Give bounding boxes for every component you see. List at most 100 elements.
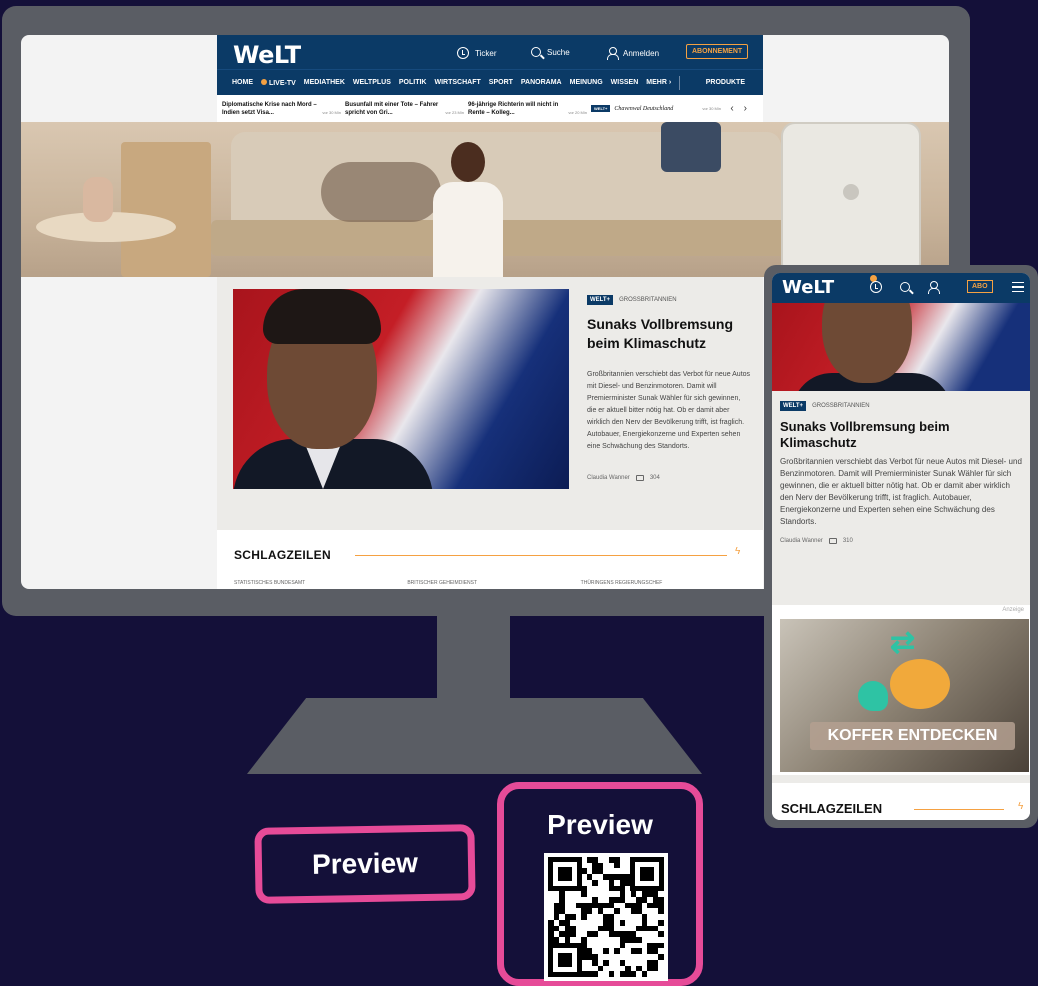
mobile-header: WeLT ABO: [772, 273, 1030, 303]
nav-item-panorama[interactable]: PANORAMA: [521, 79, 562, 86]
weltplus-badge: WELT+: [780, 401, 807, 411]
headline-category[interactable]: THÜRINGENS REGIERUNGSCHEF: [581, 580, 754, 586]
bolt-icon: ϟ: [735, 546, 741, 557]
clock-icon[interactable]: [870, 281, 882, 293]
welt-logo[interactable]: WeLT: [233, 41, 301, 69]
article-author: Claudia Wanner: [780, 538, 823, 544]
article-text: WELT+ GROSSBRITANNIEN Sunaks Vollbremsun…: [587, 295, 751, 481]
hero-shelf: [121, 142, 211, 277]
nav-item-home[interactable]: HOME: [232, 79, 253, 86]
teaser-bar: Diplomatische Krise nach Mord – Indien s…: [217, 95, 763, 122]
swap-arrows-icon: ⇄: [890, 626, 916, 659]
ticker-button[interactable]: Ticker: [457, 47, 496, 59]
article-meta: Claudia Wanner 310: [780, 538, 1022, 544]
search-label: Suche: [547, 47, 570, 57]
monitor-stand: [247, 698, 702, 774]
nav-item-live-tv[interactable]: LIVE-TV: [261, 78, 296, 87]
schlagzeilen-section: SCHLAGZEILEN ϟ: [772, 783, 1030, 820]
teaser-item[interactable]: Diplomatische Krise nach Mord – Indien s…: [222, 101, 345, 117]
search-icon[interactable]: [900, 282, 910, 292]
comment-icon: [828, 538, 837, 544]
user-icon[interactable]: [928, 281, 940, 294]
article-image[interactable]: [772, 303, 1030, 391]
ad-cta-button[interactable]: KOFFER ENTDECKEN: [810, 722, 1015, 750]
section-divider: [914, 809, 1004, 810]
hero-vase: [83, 177, 113, 222]
search-button[interactable]: Suche: [531, 47, 570, 57]
bolt-icon: ϟ: [1018, 801, 1024, 812]
teaser-age: vor 20 Min: [568, 109, 587, 115]
hero-person: [423, 142, 513, 277]
login-label: Anmelden: [623, 48, 660, 58]
qr-code-icon: [544, 853, 668, 981]
main-nav: HOME LIVE-TV MEDIATHEK WELTPLUS POLITIK …: [217, 69, 763, 95]
headline-category[interactable]: BRITISCHER GEHEIMDIENST: [407, 580, 580, 586]
section-title: SCHLAGZEILEN: [781, 801, 883, 816]
nav-item-meinung[interactable]: MEINUNG: [570, 79, 603, 86]
chevron-right-icon[interactable]: ›: [744, 103, 747, 114]
headline-category[interactable]: STATISTISCHES BUNDESAMT: [234, 580, 407, 586]
comment-icon: [635, 475, 644, 481]
article-teaser-text: Großbritannien verschiebt das Verbot für…: [587, 371, 751, 450]
nav-item-sport[interactable]: SPORT: [489, 79, 513, 86]
preview-qr-button[interactable]: Preview: [497, 782, 703, 986]
header-topbar: WeLT Ticker Suche Anmelden ABONNEMENT: [217, 35, 763, 69]
nav-divider: [679, 75, 681, 90]
schlagzeilen-section: SCHLAGZEILEN ϟ STATISTISCHES BUNDESAMT B…: [217, 530, 763, 589]
section-divider: [355, 555, 727, 556]
article-image[interactable]: [233, 289, 569, 489]
nav-item-mediathek[interactable]: MEDIATHEK: [304, 79, 345, 86]
chevron-left-icon[interactable]: ‹: [730, 103, 733, 114]
section-title: SCHLAGZEILEN: [234, 548, 331, 562]
article-title[interactable]: Sunaks Vollbremsung beim Klimaschutz: [587, 315, 751, 353]
weltplus-badge: WELT+: [587, 295, 614, 305]
nav-item-wirtschaft[interactable]: WIRTSCHAFT: [435, 79, 481, 86]
ad-image[interactable]: ⇄ KOFFER ENTDECKEN: [780, 619, 1029, 772]
hero-suitcase: [781, 122, 921, 277]
comment-count[interactable]: 304: [650, 475, 660, 481]
user-icon: [607, 47, 619, 60]
nav-item-weltplus[interactable]: WELTPLUS: [353, 79, 391, 86]
article-meta: Claudia Wanner 304: [587, 475, 751, 481]
preview-button[interactable]: Preview: [254, 824, 476, 904]
welt-logo[interactable]: WeLT: [782, 277, 834, 298]
article-title[interactable]: Sunaks Vollbremsung beim Klimaschutz: [780, 419, 1022, 451]
mobile-screen: WeLT ABO WELT+ GROSSBRITANNIEN Sunaks Vo…: [772, 273, 1030, 820]
nav-item-mehr[interactable]: MEHR ›: [646, 79, 671, 86]
hamburger-menu-icon[interactable]: [1012, 282, 1024, 292]
ticker-label: Ticker: [475, 48, 497, 58]
article-author: Claudia Wanner: [587, 475, 630, 481]
preview-qr-label: Preview: [547, 809, 653, 840]
mobile-article[interactable]: WELT+ GROSSBRITANNIEN Sunaks Vollbremsun…: [772, 391, 1030, 554]
live-dot-icon: [261, 78, 267, 85]
search-icon: [531, 47, 541, 57]
comment-count[interactable]: 310: [843, 538, 853, 544]
headline-categories: STATISTISCHES BUNDESAMT BRITISCHER GEHEI…: [234, 580, 754, 586]
teaser-age: vor 23 Min: [445, 109, 464, 115]
article-topic[interactable]: GROSSBRITANNIEN: [812, 403, 870, 409]
site-header: WeLT Ticker Suche Anmelden ABONNEMENT HO…: [217, 35, 763, 95]
teaser-age: vor 30 Min: [702, 106, 721, 111]
teaser-age: vor 30 Min: [322, 109, 341, 115]
clock-icon: [457, 47, 469, 59]
teaser-arrows: ‹ ›: [730, 103, 747, 114]
hero-jeans: [661, 122, 721, 172]
nav-item-wissen[interactable]: WISSEN: [611, 79, 639, 86]
teaser-item[interactable]: 96-jährige Richterin will nicht in Rente…: [468, 101, 591, 117]
hero-image[interactable]: [21, 122, 949, 277]
abo-button[interactable]: ABO: [967, 280, 993, 293]
teaser-item[interactable]: Busunfall mit einer Tote – Fahrer sprich…: [345, 101, 468, 117]
article-teaser-text: Großbritannien verschiebt das Verbot für…: [780, 457, 1022, 526]
nav-item-produkte[interactable]: PRODUKTE: [706, 79, 745, 86]
ad-block: Anzeige ⇄ KOFFER ENTDECKEN: [772, 605, 1030, 775]
welt-mini-badge: WELT+: [591, 105, 611, 112]
subscribe-button[interactable]: ABONNEMENT: [686, 44, 749, 59]
nav-item-politik[interactable]: POLITIK: [399, 79, 427, 86]
monitor-neck: [437, 616, 510, 698]
lead-article[interactable]: WELT+ GROSSBRITANNIEN Sunaks Vollbremsun…: [217, 277, 763, 530]
ad-label: Anzeige: [1002, 607, 1024, 613]
mobile-device: WeLT ABO WELT+ GROSSBRITANNIEN Sunaks Vo…: [764, 265, 1038, 828]
article-topic[interactable]: GROSSBRITANNIEN: [619, 297, 677, 303]
login-button[interactable]: Anmelden: [607, 47, 660, 60]
teaser-ad[interactable]: WELT+ Chavenwal Deutschland vor 30 Min: [591, 105, 721, 112]
